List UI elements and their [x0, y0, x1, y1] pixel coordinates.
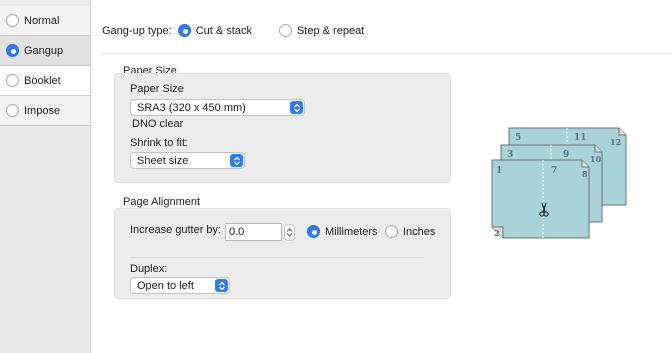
- inches-label: Inches: [403, 225, 436, 238]
- duplex-popup[interactable]: Open to left: [130, 277, 230, 294]
- sheet-back-right-number: 11: [574, 133, 587, 143]
- step-repeat-label: Step & repeat: [296, 24, 365, 37]
- mode-impose-label: Impose: [24, 104, 61, 117]
- duplex-value: Open to left: [137, 279, 194, 292]
- paper-size-label: Paper Size: [130, 83, 184, 95]
- duplex-chevron-icon: [215, 279, 228, 292]
- sheet-front-bottom-corner-number: 2: [494, 228, 500, 238]
- mode-normal-radio[interactable]: [6, 14, 19, 27]
- mode-impose[interactable]: Impose: [0, 96, 90, 126]
- paper-size-value: SRA3 (320 x 450 mm): [137, 101, 246, 114]
- sheet-middle-left-number: 3: [507, 150, 513, 160]
- sheet-back-left-number: 5: [515, 133, 521, 143]
- mode-sidebar: Normal Gangup Booklet Impose: [0, 0, 91, 353]
- page-alignment-section-title: Page Alignment: [123, 196, 201, 208]
- step-repeat-radio[interactable]: [278, 24, 292, 37]
- mode-booklet[interactable]: Booklet: [0, 66, 90, 96]
- paper-size-popup[interactable]: SRA3 (320 x 450 mm): [130, 99, 305, 116]
- sheet-front-right-number: 7: [551, 166, 557, 176]
- unit-inches[interactable]: Inches: [385, 225, 435, 238]
- paper-size-status: DNO clear: [132, 118, 184, 130]
- mode-booklet-label: Booklet: [24, 74, 61, 87]
- shrink-to-fit-popup[interactable]: Sheet size: [130, 152, 245, 169]
- mode-normal-label: Normal: [24, 14, 60, 27]
- millimeters-radio[interactable]: [307, 225, 320, 238]
- header-divider: [102, 53, 672, 54]
- mode-booklet-radio[interactable]: [6, 74, 19, 87]
- sheet-middle-right-number: 9: [563, 150, 569, 160]
- shrink-to-fit-value: Sheet size: [137, 154, 189, 167]
- shrink-to-fit-chevron-icon: [230, 154, 243, 167]
- cut-stack-label: Cut & stack: [195, 24, 252, 37]
- gangup-type-label: Gang-up type:: [102, 24, 172, 37]
- gutter-input[interactable]: 0.0: [225, 223, 282, 241]
- inches-radio[interactable]: [385, 225, 398, 238]
- sheet-middle-corner-number: 10: [590, 154, 602, 164]
- gangup-option-step-repeat[interactable]: Step & repeat: [278, 24, 365, 37]
- mode-gangup-label: Gangup: [24, 44, 64, 57]
- duplex-label: Duplex:: [130, 263, 168, 275]
- paper-size-chevron-icon: [290, 101, 303, 114]
- cut-stack-radio[interactable]: [177, 24, 191, 37]
- gutter-stepper-icon: [286, 228, 293, 237]
- mode-gangup[interactable]: Gangup: [0, 36, 90, 66]
- alignment-divider: [130, 257, 424, 258]
- gutter-stepper[interactable]: [284, 224, 295, 241]
- unit-millimeters[interactable]: Millimeters: [307, 225, 378, 238]
- mode-gangup-radio[interactable]: [6, 44, 19, 57]
- gangup-option-cut-stack[interactable]: Cut & stack: [177, 24, 252, 37]
- mode-normal[interactable]: Normal: [0, 6, 90, 36]
- sheet-front-left-number: 1: [496, 166, 502, 176]
- diagram-sheet-front: 1 7 8 2: [491, 159, 590, 239]
- shrink-to-fit-label: Shrink to fit:: [130, 137, 189, 149]
- sheet-front-corner-number: 8: [582, 169, 588, 179]
- page-alignment-group: Increase gutter by: 0.0 Millimeters Inch…: [114, 208, 451, 299]
- sheet-back-corner-number: 12: [610, 137, 621, 147]
- millimeters-label: Millimeters: [325, 225, 378, 238]
- mode-impose-radio[interactable]: [6, 104, 19, 117]
- gutter-label: Increase gutter by:: [130, 224, 222, 236]
- paper-size-group: Paper Size SRA3 (320 x 450 mm) DNO clear…: [114, 73, 451, 183]
- gutter-value: 0.0: [229, 226, 245, 238]
- cut-stack-diagram: 5 11 12 3 9 10 1 7 8 2: [491, 127, 627, 239]
- gangup-type-row: Gang-up type: Cut & stack Step & repeat: [102, 24, 391, 37]
